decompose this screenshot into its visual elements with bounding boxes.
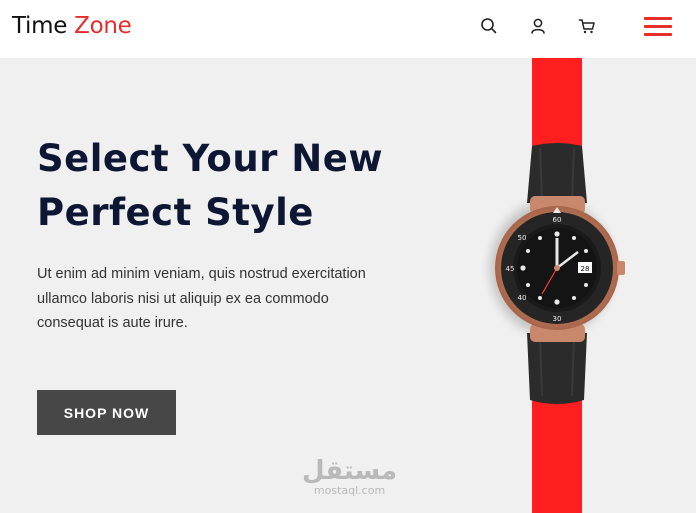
hamburger-menu-icon[interactable] xyxy=(644,17,672,37)
header: Time Zone xyxy=(0,0,696,58)
svg-text:30: 30 xyxy=(553,315,562,323)
svg-text:45: 45 xyxy=(506,265,515,273)
logo[interactable]: Time Zone xyxy=(12,13,132,39)
hero-title-line-1: Select Your New xyxy=(37,137,384,180)
cart-icon[interactable] xyxy=(577,16,597,36)
svg-text:60: 60 xyxy=(553,216,562,224)
watermark-latin: mostaql.com xyxy=(313,484,386,497)
hero-description: Ut enim ad minim veniam, quis nostrud ex… xyxy=(37,266,366,331)
logo-part-zone: Zone xyxy=(74,13,132,39)
user-icon[interactable] xyxy=(528,16,548,36)
search-icon[interactable] xyxy=(479,16,499,36)
hero-title-line-2: Perfect Style xyxy=(37,191,314,234)
logo-part-time: Time xyxy=(12,13,68,39)
watermark: مستقل mostaql.com xyxy=(302,458,397,497)
shop-now-button[interactable]: SHOP NOW xyxy=(37,390,176,435)
hero-section: Select Your New Perfect Style Ut enim ad… xyxy=(0,58,696,513)
svg-text:40: 40 xyxy=(518,294,527,302)
svg-text:50: 50 xyxy=(518,234,527,242)
watch-image: 60 30 45 40 50 28 xyxy=(490,143,625,404)
svg-text:28: 28 xyxy=(581,265,590,273)
hero-title: Select Your New Perfect Style xyxy=(37,132,437,240)
watermark-arabic: مستقل xyxy=(302,456,398,486)
